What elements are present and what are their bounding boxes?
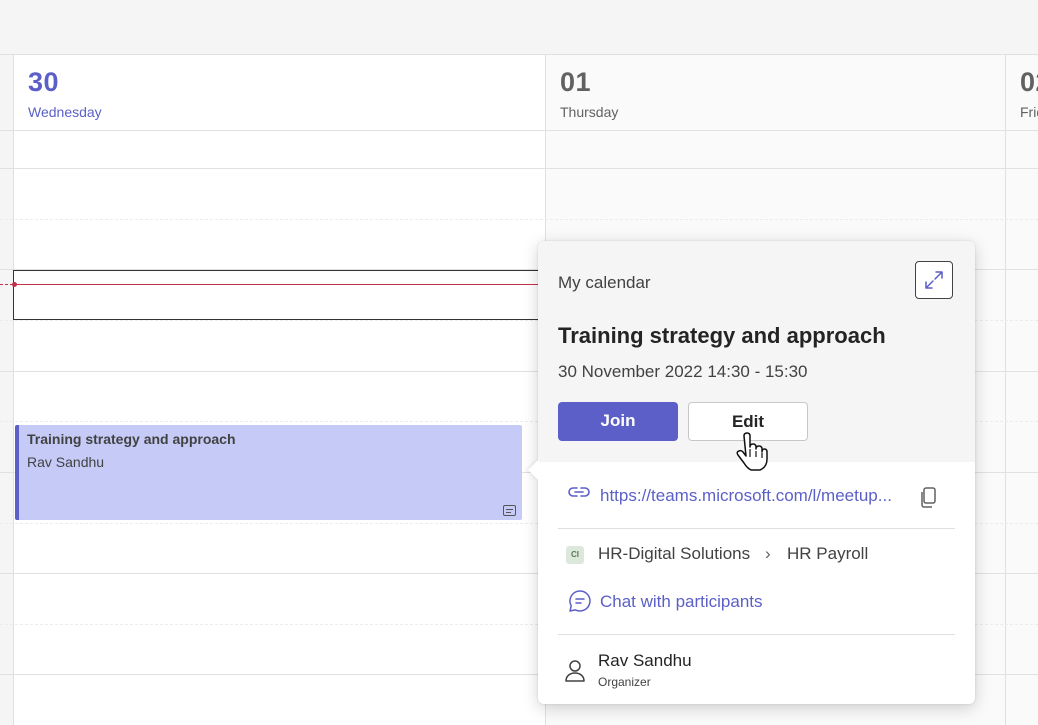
event-title: Training strategy and approach: [27, 431, 236, 447]
expand-button[interactable]: [915, 261, 953, 299]
current-time-dot: [12, 282, 17, 287]
calendar-event[interactable]: Training strategy and approach Rav Sandh…: [15, 425, 522, 520]
grid-line: [0, 168, 1038, 169]
meeting-link-row: https://teams.microsoft.com/l/meetup...: [558, 474, 955, 529]
day-number: 01: [560, 67, 592, 97]
day-number: 30: [28, 67, 60, 97]
day-name: Friday: [1020, 104, 1038, 120]
day-number: 02: [1020, 67, 1038, 97]
selected-time-slot[interactable]: [13, 270, 553, 320]
organizer-row: Rav Sandhu Organizer: [558, 646, 955, 696]
copy-icon[interactable]: [919, 487, 937, 509]
person-icon: [565, 660, 585, 682]
meeting-link[interactable]: https://teams.microsoft.com/l/meetup...: [600, 486, 892, 506]
notes-icon: [503, 505, 516, 516]
organizer-role: Organizer: [598, 675, 651, 689]
grid-line: [0, 130, 1038, 131]
popup-event-title: Training strategy and approach: [558, 323, 886, 348]
current-time-indicator: [14, 284, 544, 285]
grid-line: [0, 219, 1038, 220]
chat-row[interactable]: Chat with participants: [558, 586, 955, 635]
event-organizer: Rav Sandhu: [27, 454, 105, 470]
chevron-right-icon: ›: [765, 544, 771, 563]
top-toolbar: [0, 0, 1038, 55]
channel-name[interactable]: HR Payroll: [787, 544, 868, 564]
event-details-popup: My calendar Training strategy and approa…: [528, 241, 975, 704]
hand-cursor-icon: [736, 432, 768, 471]
chat-icon: [569, 590, 591, 612]
popup-event-datetime: 30 November 2022 14:30 - 15:30: [558, 362, 808, 381]
team-channel-row[interactable]: CI HR-Digital Solutions › HR Payroll: [558, 538, 955, 574]
expand-icon: [925, 271, 943, 289]
link-icon: [568, 487, 590, 497]
day-name: Wednesday: [28, 104, 102, 120]
calendar-label: My calendar: [558, 273, 651, 292]
chat-with-participants-link[interactable]: Chat with participants: [600, 592, 763, 612]
join-button[interactable]: Join: [558, 402, 678, 441]
organizer-name: Rav Sandhu: [598, 651, 692, 670]
team-name[interactable]: HR-Digital Solutions: [598, 544, 750, 564]
team-avatar: CI: [566, 546, 584, 564]
day-name: Thursday: [560, 104, 619, 120]
